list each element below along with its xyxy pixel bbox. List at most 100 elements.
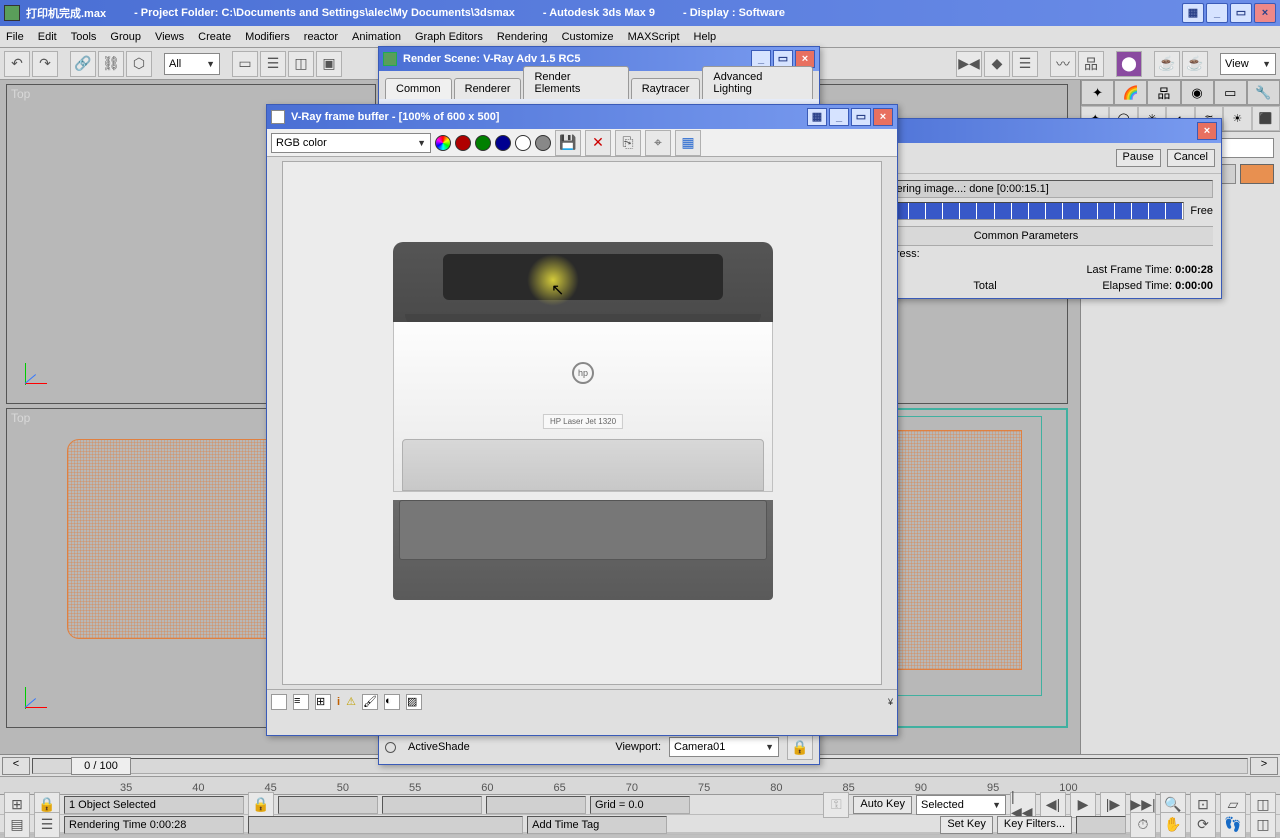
vfb-tool-icon[interactable]: ≡ bbox=[293, 694, 309, 710]
window-crossing-button[interactable]: ▣ bbox=[316, 51, 342, 77]
nav-pan-icon[interactable]: ✋ bbox=[1160, 812, 1186, 838]
tab-common[interactable]: Common bbox=[385, 78, 452, 99]
y-coord-input[interactable] bbox=[382, 796, 482, 814]
cancel-button[interactable]: Cancel bbox=[1167, 149, 1215, 167]
menu-rendering[interactable]: Rendering bbox=[497, 31, 548, 43]
vfb-titlebar[interactable]: V-Ray frame buffer - [100% of 600 x 500]… bbox=[267, 105, 897, 129]
z-coord-input[interactable] bbox=[486, 796, 586, 814]
prompt-input[interactable] bbox=[248, 816, 523, 834]
menu-edit[interactable]: Edit bbox=[38, 31, 57, 43]
keyfilters-button[interactable]: Key Filters... bbox=[997, 816, 1072, 834]
quick-render-button[interactable]: ☕ bbox=[1182, 51, 1208, 77]
dialog-maximize-button[interactable]: ▭ bbox=[851, 108, 871, 126]
play-button[interactable]: ▶ bbox=[1070, 792, 1096, 818]
app-maximize-button[interactable]: ▭ bbox=[1230, 3, 1252, 23]
region-render-button[interactable]: ▦ bbox=[675, 130, 701, 156]
red-channel-icon[interactable] bbox=[455, 135, 471, 151]
menu-help[interactable]: Help bbox=[694, 31, 717, 43]
coord-lock-icon[interactable]: 🔒 bbox=[248, 792, 274, 818]
track-mouse-button[interactable]: ⌖ bbox=[645, 130, 671, 156]
prompt-icon[interactable]: ☰ bbox=[34, 812, 60, 838]
cmd-tab-create[interactable]: ✦ bbox=[1081, 80, 1114, 105]
selection-filter-dropdown[interactable]: All▼ bbox=[164, 53, 220, 75]
prev-frame-button[interactable]: ◀| bbox=[1040, 792, 1066, 818]
save-image-button[interactable]: 💾 bbox=[555, 130, 581, 156]
select-button[interactable]: ▭ bbox=[232, 51, 258, 77]
redo-button[interactable]: ↷ bbox=[32, 51, 58, 77]
layers-button[interactable]: ☰ bbox=[1012, 51, 1038, 77]
tab-renderelements[interactable]: Render Elements bbox=[523, 66, 628, 99]
rgb-channel-icon[interactable] bbox=[435, 135, 451, 151]
timeline-prev-button[interactable]: < bbox=[2, 757, 30, 775]
app-minimize-button[interactable]: _ bbox=[1206, 3, 1228, 23]
time-config-button[interactable]: ⏱ bbox=[1130, 812, 1156, 838]
cmd-tab-display[interactable]: ▭ bbox=[1214, 80, 1247, 105]
vfb-warn-icon[interactable]: ⚠ bbox=[346, 695, 356, 708]
viewport-lock-button[interactable]: 🔒 bbox=[787, 734, 813, 760]
dialog-minimize-button[interactable]: _ bbox=[829, 108, 849, 126]
alpha-channel-icon[interactable] bbox=[515, 135, 531, 151]
menu-reactor[interactable]: reactor bbox=[304, 31, 338, 43]
cmd-tab-motion[interactable]: ◉ bbox=[1181, 80, 1214, 105]
select-name-button[interactable]: ☰ bbox=[260, 51, 286, 77]
vfb-tool-icon[interactable]: 🖌 bbox=[362, 694, 378, 710]
setkey-button[interactable]: Set Key bbox=[940, 816, 993, 834]
render-scene-button[interactable]: ☕ bbox=[1154, 51, 1180, 77]
select-region-button[interactable]: ◫ bbox=[288, 51, 314, 77]
menu-animation[interactable]: Animation bbox=[352, 31, 401, 43]
menu-modifiers[interactable]: Modifiers bbox=[245, 31, 290, 43]
menu-maxscript[interactable]: MAXScript bbox=[628, 31, 680, 43]
mono-channel-icon[interactable] bbox=[535, 135, 551, 151]
vfb-tool-icon[interactable]: ◐ bbox=[384, 694, 400, 710]
menu-views[interactable]: Views bbox=[155, 31, 184, 43]
refcoord-dropdown[interactable]: View▼ bbox=[1220, 53, 1276, 75]
green-channel-icon[interactable] bbox=[475, 135, 491, 151]
menu-create[interactable]: Create bbox=[198, 31, 231, 43]
vfb-tool-icon[interactable]: ▨ bbox=[406, 694, 422, 710]
vfb-info-icon[interactable]: i bbox=[337, 696, 340, 708]
tab-adv-lighting[interactable]: Advanced Lighting bbox=[702, 66, 813, 99]
nav-maxtoggle-icon[interactable]: ◫ bbox=[1250, 812, 1276, 838]
undo-button[interactable]: ↶ bbox=[4, 51, 30, 77]
current-frame-input[interactable] bbox=[1076, 816, 1126, 834]
key-mode-dropdown[interactable]: Selected▼ bbox=[916, 795, 1006, 815]
mirror-button[interactable]: ▶◀ bbox=[956, 51, 982, 77]
render-view[interactable]: hp HP Laser Jet 1320 ↖ bbox=[282, 161, 882, 685]
activeshade-radio[interactable] bbox=[385, 742, 396, 753]
time-slider-thumb[interactable]: 0 / 100 bbox=[71, 757, 131, 775]
schematic-button[interactable]: 品 bbox=[1078, 51, 1104, 77]
tab-raytracer[interactable]: Raytracer bbox=[631, 78, 701, 99]
align-button[interactable]: ◆ bbox=[984, 51, 1010, 77]
chevron-down-icon[interactable]: ¥ bbox=[888, 697, 893, 707]
viewport-dropdown[interactable]: Camera01▼ bbox=[669, 737, 779, 757]
nav-walk-icon[interactable]: 👣 bbox=[1220, 812, 1246, 838]
blue-channel-icon[interactable] bbox=[495, 135, 511, 151]
cmd-cat-icon[interactable]: ☀ bbox=[1223, 106, 1251, 131]
curve-editor-button[interactable]: 〰 bbox=[1050, 51, 1076, 77]
goto-start-button[interactable]: |◀◀ bbox=[1010, 792, 1036, 818]
x-coord-input[interactable] bbox=[278, 796, 378, 814]
menu-group[interactable]: Group bbox=[110, 31, 141, 43]
clone-button[interactable]: ⎘ bbox=[615, 130, 641, 156]
cmd-tab-hierarchy[interactable]: 品 bbox=[1147, 80, 1180, 105]
vfb-channel-dropdown[interactable]: RGB color▼ bbox=[271, 133, 431, 153]
cmd-tab-utilities[interactable]: 🔧 bbox=[1247, 80, 1280, 105]
unlink-button[interactable]: ⛓ bbox=[98, 51, 124, 77]
tab-renderer[interactable]: Renderer bbox=[454, 78, 522, 99]
vfb-grid-button[interactable]: ▦ bbox=[807, 108, 827, 126]
object-color-swatch[interactable] bbox=[1240, 164, 1274, 184]
menu-tools[interactable]: Tools bbox=[71, 31, 97, 43]
app-grid-button[interactable]: ▦ bbox=[1182, 3, 1204, 23]
app-close-button[interactable]: × bbox=[1254, 3, 1276, 23]
key-icon[interactable]: ⚿ bbox=[823, 792, 849, 818]
material-editor-button[interactable]: ⬤ bbox=[1116, 51, 1142, 77]
pause-button[interactable]: Pause bbox=[1116, 149, 1161, 167]
vfb-tool-icon[interactable]: ⊞ bbox=[315, 694, 331, 710]
vfb-tool-icon[interactable] bbox=[271, 694, 287, 710]
cmd-tab-modify[interactable]: 🌈 bbox=[1114, 80, 1147, 105]
menu-file[interactable]: File bbox=[6, 31, 24, 43]
dialog-close-button[interactable]: × bbox=[1197, 122, 1217, 140]
dialog-close-button[interactable]: × bbox=[873, 108, 893, 126]
bind-button[interactable]: ⬡ bbox=[126, 51, 152, 77]
cmd-cat-icon[interactable]: ⬛ bbox=[1252, 106, 1280, 131]
